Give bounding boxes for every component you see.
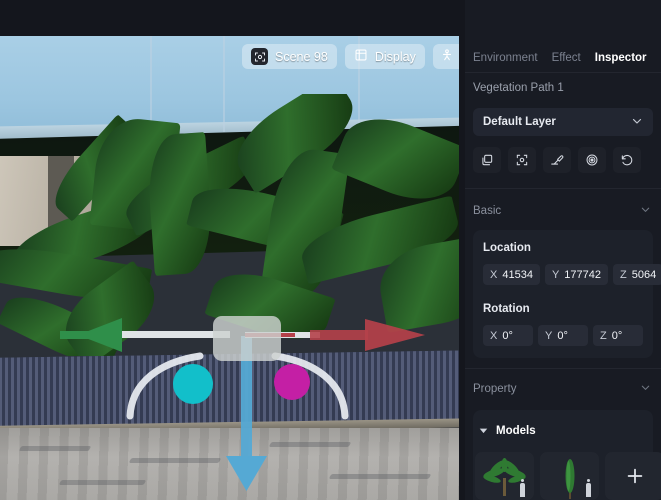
rotation-z-input[interactable]: Z 0° [593, 325, 643, 346]
location-z-input[interactable]: Z 5064 [613, 264, 661, 285]
tab-inspector[interactable]: Inspector [595, 52, 647, 64]
chevron-down-icon [640, 380, 651, 398]
ground-streak [268, 442, 352, 447]
display-button[interactable]: Display [344, 44, 425, 69]
cypress-tree-thumbnail [565, 459, 574, 499]
models-group-header[interactable]: Models [479, 422, 536, 440]
location-y-value: 177742 [564, 268, 601, 281]
people-scale-dropdown[interactable] [432, 44, 459, 69]
axis-label-y: Y [545, 329, 553, 342]
add-model-button[interactable] [605, 452, 661, 500]
axis-label-y: Y [551, 268, 560, 281]
axis-label-x: X [490, 329, 498, 342]
focus-frame-icon[interactable] [508, 147, 536, 173]
chevron-down-icon [631, 115, 643, 130]
location-vector-row: X 41534 Y 177742 Z 5064 [483, 264, 661, 285]
object-title: Vegetation Path 1 [473, 82, 564, 94]
location-x-input[interactable]: X 41534 [483, 264, 540, 285]
cube-icon [354, 48, 368, 65]
human-scale-figure [586, 479, 591, 497]
layer-select-value: Default Layer [483, 116, 556, 128]
reset-rotate-icon[interactable] [613, 147, 641, 173]
chevron-down-icon [640, 202, 651, 220]
location-label: Location [483, 242, 531, 254]
palm-foliage-group [0, 94, 459, 356]
section-label-property: Property [473, 383, 517, 395]
rotation-y-input[interactable]: Y 0° [538, 325, 588, 346]
ground-streak [18, 446, 92, 451]
rotation-label: Rotation [483, 303, 530, 315]
section-label-basic: Basic [473, 205, 502, 217]
property-section-divider [465, 368, 661, 369]
rotation-z-value: 0° [611, 329, 623, 342]
scene-label: Scene 98 [275, 49, 328, 64]
models-grid [475, 452, 661, 500]
palm-tree-model[interactable] [475, 452, 534, 500]
layer-select[interactable]: Default Layer [473, 108, 653, 136]
inspector-panel: Environment Effect Inspector Vegetation … [465, 0, 661, 500]
duplicate-icon[interactable] [473, 147, 501, 173]
tab-divider [465, 72, 661, 73]
tab-effect[interactable]: Effect [552, 52, 581, 64]
ground-streak [128, 458, 222, 463]
ground-plane [0, 428, 459, 500]
axis-label-x: X [490, 268, 498, 281]
display-label: Display [374, 49, 416, 64]
paint-brush-icon[interactable] [543, 147, 571, 173]
target-align-icon[interactable] [578, 147, 606, 173]
scene-selector-button[interactable]: Scene 98 [242, 44, 337, 69]
rotation-x-input[interactable]: X 0° [483, 325, 533, 346]
cypress-tree-model[interactable] [540, 452, 599, 500]
ground-streak [58, 480, 147, 485]
caret-down-icon [479, 422, 488, 440]
object-tool-row [473, 147, 641, 173]
section-header-property[interactable]: Property [465, 376, 661, 402]
rotation-vector-row: X 0° Y 0° Z 0° [483, 325, 643, 346]
basic-section-divider [465, 188, 661, 189]
location-y-input[interactable]: Y 177742 [544, 264, 608, 285]
application-root: Scene 98 Display Environment Effect Insp… [0, 0, 661, 500]
axis-label-z: Z [600, 329, 607, 342]
scene-target-icon [251, 48, 268, 65]
ground-streak [328, 474, 432, 479]
axis-label-z: Z [620, 268, 627, 281]
tab-environment[interactable]: Environment [473, 52, 538, 64]
plus-icon [627, 468, 642, 484]
rotation-y-value: 0° [557, 329, 568, 342]
3d-viewport[interactable]: Scene 98 Display [0, 36, 459, 500]
location-z-value: 5064 [631, 268, 657, 281]
person-scale-icon [440, 48, 454, 65]
viewport-toolbar: Scene 98 Display [242, 44, 459, 69]
location-x-value: 41534 [502, 268, 533, 281]
basic-card: Location X 41534 Y 177742 Z 5064 Rotatio… [473, 230, 661, 358]
human-scale-figure [520, 479, 525, 497]
section-header-basic[interactable]: Basic [465, 198, 661, 224]
panel-tab-bar: Environment Effect Inspector [465, 44, 661, 72]
models-label: Models [496, 425, 536, 437]
rotation-x-value: 0° [502, 329, 513, 342]
